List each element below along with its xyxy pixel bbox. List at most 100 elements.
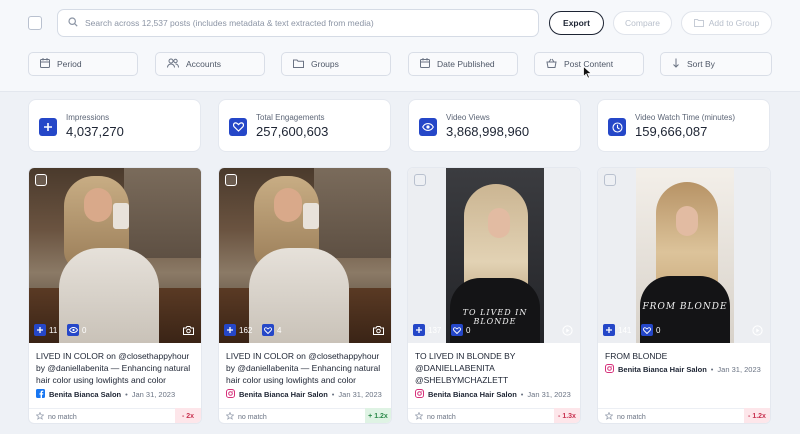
post-date: Jan 31, 2023: [527, 389, 571, 399]
match-label: no match: [617, 413, 646, 421]
post-date: Jan 31, 2023: [338, 389, 382, 399]
heart-icon: [262, 324, 274, 336]
performance-multiplier: + 1.2x: [365, 408, 391, 423]
meta-dot: •: [710, 364, 714, 374]
add-to-group-label: Add to Group: [708, 18, 760, 28]
stat-engagements: 4: [262, 323, 281, 337]
search-box[interactable]: [57, 9, 539, 37]
performance-multiplier: - 1.3x: [554, 408, 580, 423]
star-icon: [604, 411, 614, 422]
post-date: Jan 31, 2023: [717, 364, 761, 374]
post-account[interactable]: Benita Bianca Salon: [49, 390, 121, 399]
stat-value: 4: [277, 325, 282, 335]
metric-value: 3,868,998,960: [446, 124, 530, 139]
meta-dot: •: [331, 389, 335, 399]
stat-value: 0: [656, 325, 661, 335]
stat-value: 141: [618, 325, 632, 335]
stat-engagements: 0: [451, 323, 470, 337]
basket-icon: [546, 58, 557, 70]
post-account[interactable]: Benita Bianca Hair Salon: [239, 390, 328, 399]
metric-value: 257,600,603: [256, 124, 329, 139]
heart-icon: [451, 324, 463, 336]
stat-impressions: 11: [34, 323, 57, 337]
clock-icon: [608, 118, 626, 136]
metric-video-views: Video Views 3,868,998,960: [408, 99, 581, 152]
instagram-icon: [415, 388, 424, 400]
metric-value: 159,666,087: [635, 124, 708, 139]
eye-icon: [67, 324, 79, 336]
metric-impressions: Impressions 4,037,270: [28, 99, 201, 152]
post-caption: TO LIVED IN BLONDE BY @DANIELLABENITA @S…: [415, 351, 516, 386]
search-input[interactable]: [85, 18, 525, 28]
calendar-icon: [40, 58, 50, 70]
post-card[interactable]: 11 0 LIVED IN COLOR on @closethappyhour …: [28, 167, 202, 424]
post-select-checkbox[interactable]: [35, 174, 47, 186]
star-icon: [225, 411, 235, 422]
plus-icon: [39, 118, 57, 136]
stat-impressions: 141: [603, 323, 631, 337]
video-overlay-text: FROM BLONDE: [642, 302, 728, 312]
post-select-checkbox[interactable]: [414, 174, 426, 186]
play-icon: [560, 323, 574, 337]
filter-groups[interactable]: Groups: [281, 52, 391, 76]
plus-icon: [413, 324, 425, 336]
stat-engagements: 0: [641, 323, 660, 337]
post-thumbnail[interactable]: [29, 168, 201, 343]
filter-period[interactable]: Period: [28, 52, 138, 76]
post-caption: LIVED IN COLOR on @closethappyhour by @d…: [36, 351, 191, 386]
filter-bar: Period Accounts Groups Date Published Po…: [28, 52, 772, 76]
eye-icon: [419, 118, 437, 136]
post-account[interactable]: Benita Bianca Hair Salon: [618, 365, 707, 374]
metric-value: 4,037,270: [66, 124, 124, 139]
metric-label: Total Engagements: [256, 113, 325, 122]
post-thumbnail[interactable]: [219, 168, 391, 343]
performance-multiplier: - 2x: [175, 408, 201, 423]
post-date: Jan 31, 2023: [131, 389, 176, 399]
star-icon: [414, 411, 424, 422]
arrow-down-icon: [672, 58, 680, 70]
plus-icon: [34, 324, 46, 336]
camera-icon: [181, 323, 195, 337]
post-thumbnail[interactable]: FROM BLONDE: [598, 168, 770, 343]
filter-date-published[interactable]: Date Published: [408, 52, 518, 76]
select-all-checkbox[interactable]: [28, 16, 42, 30]
post-card[interactable]: 162 4 LIVED IN COLOR on @closethappyhour…: [218, 167, 392, 424]
facebook-icon: [36, 388, 45, 400]
post-thumbnail[interactable]: TO LIVED IN BLONDE: [408, 168, 580, 343]
match-label: no match: [48, 413, 77, 421]
metric-label: Video Watch Time (minutes): [635, 113, 736, 122]
filter-label: Groups: [311, 59, 339, 69]
mouse-cursor-icon: [583, 65, 593, 84]
post-select-checkbox[interactable]: [604, 174, 616, 186]
post-account[interactable]: Benita Bianca Hair Salon: [428, 390, 517, 399]
plus-icon: [603, 324, 615, 336]
add-to-group-button[interactable]: Add to Group: [681, 11, 772, 35]
export-button[interactable]: Export: [549, 11, 604, 35]
folder-icon: [293, 59, 304, 70]
toolbar: Export Compare Add to Group Period Accou…: [0, 0, 800, 92]
filter-sort-by[interactable]: Sort By: [660, 52, 772, 76]
match-label: no match: [427, 413, 456, 421]
stat-views: 0: [67, 323, 86, 337]
stat-impressions: 162: [224, 323, 252, 337]
post-meta: Benita Bianca Hair Salon • Jan 31, 2023: [605, 363, 761, 374]
post-card[interactable]: TO LIVED IN BLONDE 137 0 TO LIVED IN BLO…: [407, 167, 581, 424]
search-icon: [68, 14, 78, 32]
post-card[interactable]: FROM BLONDE 141 0 FROM BLONDE Benita Bia…: [597, 167, 771, 424]
instagram-icon: [226, 388, 235, 400]
compare-button[interactable]: Compare: [613, 11, 672, 35]
post-caption: FROM BLONDE: [605, 351, 668, 361]
camera-icon: [371, 323, 385, 337]
metric-label: Impressions: [66, 113, 110, 122]
metric-total-engagements: Total Engagements 257,600,603: [218, 99, 391, 152]
filter-label: Sort By: [687, 59, 715, 69]
star-icon: [35, 411, 45, 422]
stat-value: 162: [239, 325, 253, 335]
stat-value: 0: [82, 325, 87, 335]
calendar-icon: [420, 58, 430, 70]
filter-accounts[interactable]: Accounts: [155, 52, 265, 76]
folder-plus-icon: [693, 18, 704, 29]
meta-dot: •: [125, 389, 128, 399]
post-caption: LIVED IN COLOR on @closethappyhour by @d…: [226, 351, 381, 386]
post-select-checkbox[interactable]: [225, 174, 237, 186]
